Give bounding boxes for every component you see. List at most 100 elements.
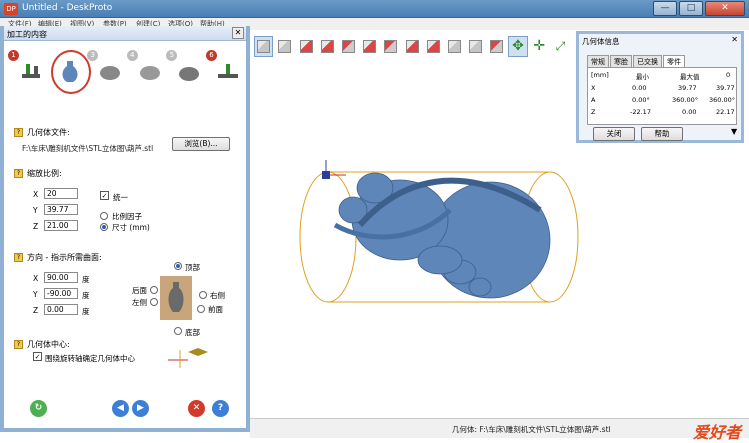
view-zoom-button[interactable] — [254, 35, 274, 57]
camera-button[interactable] — [275, 36, 294, 57]
ratio-label: 比例因子 — [112, 212, 142, 221]
face-back-radio[interactable] — [150, 286, 158, 294]
face-top-radio[interactable] — [174, 262, 182, 270]
rot-z-label: Z — [33, 306, 39, 315]
pan-button[interactable]: ✛ — [530, 36, 549, 57]
scale-label: 缩放比例: — [27, 169, 62, 178]
cube-iso-icon — [426, 39, 440, 53]
camera2-button[interactable] — [487, 36, 506, 57]
close-button[interactable]: ✕ — [705, 1, 745, 16]
help-icon[interactable]: ? — [14, 128, 23, 137]
window-controls: — □ ✕ — [653, 1, 745, 16]
dialog-expand-icon[interactable]: ▼ — [731, 127, 737, 136]
cube-left-icon — [341, 39, 355, 53]
rot-z-unit: 度 — [82, 307, 90, 316]
size-radio[interactable] — [100, 223, 108, 231]
rot-x-unit: 度 — [82, 275, 90, 284]
help-circle-icon[interactable]: ? — [212, 400, 229, 417]
face-bottom-label: 底部 — [185, 328, 200, 337]
face-bottom-radio[interactable] — [174, 327, 182, 335]
step-3[interactable]: 3 — [87, 44, 123, 114]
header-max: 最大值 — [680, 73, 700, 81]
app-icon: DP — [4, 3, 18, 15]
cube-icon — [257, 39, 271, 53]
geometry-info-dialog: 几何体信息 ✕ 常规 寒脸 已交换 零件 [mm] 最小 最大值 0 X 0.0… — [576, 31, 744, 143]
row-z-axis: Z — [591, 108, 596, 116]
view-iso-button[interactable] — [424, 36, 443, 57]
title-bar: DP Untitled - DeskProto — □ ✕ — [0, 0, 749, 18]
origin-marker — [322, 171, 330, 179]
view-right-button[interactable] — [360, 36, 379, 57]
geometry-file-label: 几何体文件: — [27, 128, 70, 137]
header-unit: [mm] — [591, 71, 609, 79]
uniform-label: 统一 — [113, 193, 128, 202]
panel-title: 加工的内容 — [7, 30, 47, 39]
scale-z-field[interactable]: 21.00 — [44, 220, 78, 231]
row-a-max: 360.00° — [672, 96, 698, 104]
browse-button[interactable]: 浏览(B)... — [172, 137, 230, 151]
scale-y-field[interactable]: 39.77 — [44, 204, 78, 215]
cube-front-icon — [299, 39, 313, 53]
part-icon-2 — [139, 66, 160, 80]
rot-z-field[interactable]: 0.00 — [44, 304, 78, 315]
panel-close-button[interactable]: ✕ — [232, 27, 244, 39]
view-bottom-button[interactable] — [402, 36, 421, 57]
view-back-button[interactable] — [318, 36, 337, 57]
rot-x-field[interactable]: 90.00 — [44, 272, 78, 283]
zoom-button[interactable]: ⤢ — [551, 36, 570, 57]
view-shaded-button[interactable] — [445, 36, 464, 57]
part-icon-3 — [179, 67, 200, 81]
header-size: 0 — [726, 71, 731, 79]
center-checkbox[interactable]: ✓ — [33, 352, 42, 361]
rot-y-label: Y — [33, 290, 38, 299]
scale-x-field[interactable]: 20 — [44, 188, 78, 199]
cube-top-icon — [384, 39, 398, 53]
row-z-min: -22.17 — [630, 108, 651, 116]
help-icon[interactable]: ? — [14, 340, 23, 349]
maximize-button[interactable]: □ — [679, 1, 703, 16]
rotate-button[interactable]: ✥ — [508, 35, 528, 57]
help-icon[interactable]: ? — [14, 253, 23, 262]
cancel-icon[interactable]: ✕ — [188, 400, 205, 417]
next-icon[interactable]: ▶ — [132, 400, 149, 417]
part-icon — [100, 66, 121, 80]
back-icon[interactable]: ◀ — [112, 400, 129, 417]
size-label: 尺寸 (mm) — [112, 223, 150, 232]
face-front-radio[interactable] — [197, 305, 205, 313]
row-z-max: 0.00 — [682, 108, 697, 116]
panel-header: 加工的内容 ✕ — [4, 26, 246, 41]
help-icon[interactable]: ? — [14, 169, 23, 178]
step-5[interactable]: 5 — [166, 44, 202, 114]
rotate-icon: ✥ — [512, 38, 524, 54]
view-top-button[interactable] — [381, 36, 400, 57]
step-6[interactable]: 6 — [205, 44, 242, 114]
zoom-icon: ⤢ — [555, 38, 566, 53]
step-2[interactable] — [48, 44, 91, 114]
row-z-size: 22.17 — [716, 108, 735, 116]
machining-panel: 加工的内容 ✕ 1 3 4 5 6 ? 几何体文件: F:\车床\雕刻机文件\S… — [0, 26, 250, 432]
uniform-checkbox[interactable]: ✓ — [100, 191, 109, 200]
step-4[interactable]: 4 — [126, 44, 163, 114]
ratio-radio[interactable] — [100, 212, 108, 220]
cube-wire-icon — [469, 39, 483, 53]
view-left-button[interactable] — [339, 36, 358, 57]
cube-shaded-icon — [447, 39, 461, 53]
dialog-close-icon[interactable]: ✕ — [731, 35, 738, 44]
cube-bottom-icon — [405, 39, 419, 53]
refresh-icon[interactable]: ↻ — [30, 400, 47, 417]
face-front-label: 前面 — [208, 305, 223, 314]
minimize-button[interactable]: — — [653, 1, 677, 16]
view-front-button[interactable] — [296, 36, 315, 57]
view-wire-button[interactable] — [466, 36, 485, 57]
step-1[interactable]: 1 — [8, 44, 44, 114]
rot-y-field[interactable]: -90.00 — [44, 288, 78, 299]
face-right-radio[interactable] — [199, 291, 207, 299]
face-left-radio[interactable] — [150, 298, 158, 306]
face-back-label: 后面 — [132, 286, 147, 295]
dialog-help-button[interactable]: 帮助 — [641, 127, 683, 141]
dialog-close-button[interactable]: 关闭 — [593, 127, 635, 141]
wizard-steps: 1 3 4 5 6 — [8, 44, 242, 114]
face-left-label: 左侧 — [132, 298, 147, 307]
center-section: ? 几何体中心: — [14, 339, 70, 350]
dialog-title: 几何体信息 — [582, 37, 620, 46]
